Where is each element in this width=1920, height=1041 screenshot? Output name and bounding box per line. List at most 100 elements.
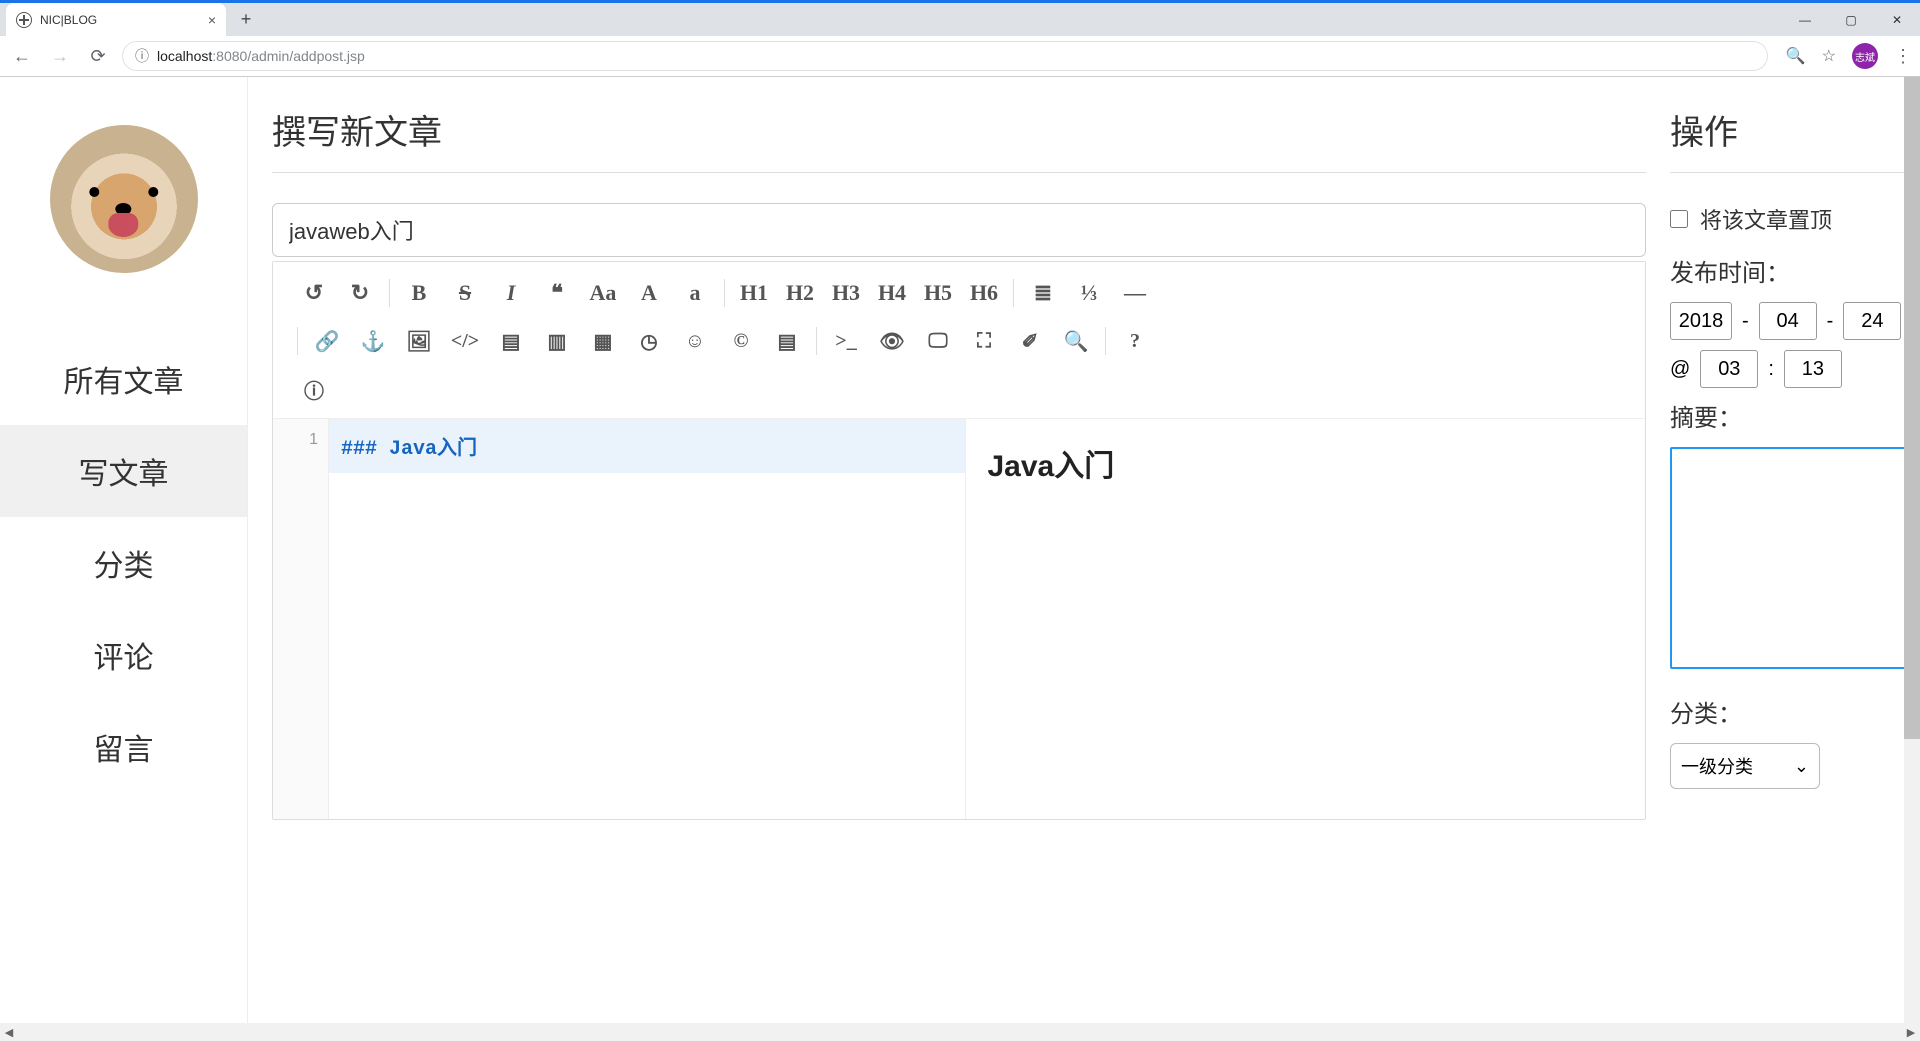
date-dash: - — [1827, 310, 1834, 333]
profile-badge[interactable]: 志斌 — [1852, 43, 1878, 69]
sidebar-item-all-posts[interactable]: 所有文章 — [0, 333, 247, 425]
sidebar-item-messages[interactable]: 留言 — [0, 701, 247, 793]
anchor-button[interactable]: ⚓ — [350, 320, 396, 362]
toolbar-separator — [389, 279, 390, 307]
summary-textarea[interactable] — [1670, 447, 1912, 669]
h1-button[interactable]: H1 — [731, 272, 777, 314]
day-input[interactable] — [1843, 302, 1901, 340]
url-host: localhost — [157, 48, 212, 64]
browser-menu-icon[interactable]: ⋮ — [1894, 46, 1912, 67]
preview-heading: Java入门 — [988, 441, 1624, 485]
fullscreen-button[interactable]: ⛶ — [961, 320, 1007, 362]
sidebar: 所有文章 写文章 分类 评论 留言 — [0, 77, 248, 1023]
h2-button[interactable]: H2 — [777, 272, 823, 314]
sidebar-item-write-post[interactable]: 写文章 — [0, 425, 247, 517]
ul-button[interactable]: ≣ — [1020, 272, 1066, 314]
hr-button[interactable]: — — [1112, 272, 1158, 314]
image-button[interactable]: 🖼 — [396, 320, 442, 362]
textsize-button[interactable]: Aa — [580, 272, 626, 314]
markdown-heading-text: Java入门 — [389, 438, 477, 461]
datetime-button[interactable]: ◷ — [626, 320, 672, 362]
back-button[interactable]: ← — [8, 42, 36, 70]
h5-button[interactable]: H5 — [915, 272, 961, 314]
toolbar-separator — [816, 327, 817, 355]
preview-toggle-button[interactable]: 👁 — [869, 320, 915, 362]
toolbar-separator — [724, 279, 725, 307]
pin-post-label: 将该文章置顶 — [1700, 203, 1832, 235]
browser-tab-active[interactable]: NIC|BLOG × — [6, 3, 226, 36]
codeblock2-button[interactable]: ▥ — [534, 320, 580, 362]
terminal-button[interactable]: >_ — [823, 320, 869, 362]
undo-button[interactable]: ↺ — [291, 272, 337, 314]
search-button[interactable]: 🔍 — [1053, 320, 1099, 362]
info-button[interactable]: ⓘ — [291, 368, 337, 410]
globe-icon — [16, 12, 32, 28]
emoji-button[interactable]: ☺ — [672, 320, 718, 362]
zoom-icon[interactable]: 🔍 — [1786, 46, 1806, 66]
strike-button[interactable]: S — [442, 272, 488, 314]
pin-post-checkbox[interactable] — [1670, 210, 1688, 228]
horizontal-scrollbar[interactable]: ◀ ▶ — [0, 1023, 1920, 1041]
tab-bar: NIC|BLOG × + — ▢ ✕ — [0, 0, 1920, 36]
page-title: 撰写新文章 — [272, 105, 1646, 173]
quote-button[interactable]: ❝ — [534, 272, 580, 314]
sidebar-item-categories[interactable]: 分类 — [0, 517, 247, 609]
scrollbar-thumb[interactable] — [1904, 77, 1920, 739]
editor-toolbar: ↺ ↻ B S I ❝ Aa A a H1 H2 H3 H4 H5 H6 ≣ ⅓ — [273, 262, 1645, 419]
window-close-button[interactable]: ✕ — [1874, 3, 1920, 36]
vertical-scrollbar[interactable] — [1904, 77, 1920, 1023]
window-maximize-button[interactable]: ▢ — [1828, 3, 1874, 36]
scroll-left-icon[interactable]: ◀ — [0, 1026, 18, 1039]
copyright-button[interactable]: © — [718, 320, 764, 362]
post-title-input[interactable] — [272, 203, 1646, 257]
at-symbol: @ — [1670, 358, 1690, 381]
bookmark-star-icon[interactable]: ☆ — [1822, 46, 1836, 66]
url-port: :8080 — [212, 48, 247, 64]
table-button[interactable]: ▦ — [580, 320, 626, 362]
toolbar-separator — [1105, 327, 1106, 355]
category-select[interactable]: 一级分类 ⌄ — [1670, 743, 1820, 789]
time-colon: : — [1768, 358, 1774, 381]
reload-button[interactable]: ⟳ — [84, 42, 112, 70]
summary-label: 摘要： — [1670, 398, 1912, 433]
month-input[interactable] — [1759, 302, 1817, 340]
h4-button[interactable]: H4 — [869, 272, 915, 314]
avatar[interactable] — [50, 125, 198, 273]
forward-button[interactable]: → — [46, 42, 74, 70]
url-path: /admin/addpost.jsp — [247, 48, 365, 64]
redo-button[interactable]: ↻ — [337, 272, 383, 314]
sidebar-item-comments[interactable]: 评论 — [0, 609, 247, 701]
ol-button[interactable]: ⅓ — [1066, 272, 1112, 314]
code-button[interactable]: </> — [442, 320, 488, 362]
window-minimize-button[interactable]: — — [1782, 3, 1828, 36]
year-input[interactable] — [1670, 302, 1732, 340]
h6-button[interactable]: H6 — [961, 272, 1007, 314]
toolbar-separator — [297, 327, 298, 355]
category-label: 分类： — [1670, 694, 1912, 729]
hour-input[interactable] — [1700, 350, 1758, 388]
lowercase-button[interactable]: a — [672, 272, 718, 314]
link-button[interactable]: 🔗 — [304, 320, 350, 362]
editor-body: 1 ### Java入门 Java入门 — [273, 419, 1645, 819]
bold-button[interactable]: B — [396, 272, 442, 314]
right-panel: 操作 将该文章置顶 发布时间： - - @ : 摘要： 分类： 一级分类 ⌄ — [1670, 77, 1920, 1023]
uppercase-button[interactable]: A — [626, 272, 672, 314]
clear-button[interactable]: ✐ — [1007, 320, 1053, 362]
date-dash: - — [1742, 310, 1749, 333]
site-info-icon[interactable]: ⓘ — [135, 46, 149, 66]
fullscreen-preview-button[interactable]: 🖵 — [915, 320, 961, 362]
url-field[interactable]: ⓘ localhost:8080/admin/addpost.jsp — [122, 41, 1768, 71]
close-tab-icon[interactable]: × — [208, 12, 216, 28]
preview-pane: Java入门 — [966, 419, 1646, 819]
italic-button[interactable]: I — [488, 272, 534, 314]
window-controls: — ▢ ✕ — [1782, 3, 1920, 36]
scroll-right-icon[interactable]: ▶ — [1902, 1026, 1920, 1039]
pagebreak-button[interactable]: ▤ — [764, 320, 810, 362]
new-tab-button[interactable]: + — [232, 6, 260, 34]
minute-input[interactable] — [1784, 350, 1842, 388]
codeblock-button[interactable]: ▤ — [488, 320, 534, 362]
main-content: 撰写新文章 ↺ ↻ B S I ❝ Aa A a H1 H2 H3 H4 H5 … — [248, 77, 1670, 1023]
help-button[interactable]: ? — [1112, 320, 1158, 362]
code-pane[interactable]: ### Java入门 — [329, 419, 966, 819]
h3-button[interactable]: H3 — [823, 272, 869, 314]
